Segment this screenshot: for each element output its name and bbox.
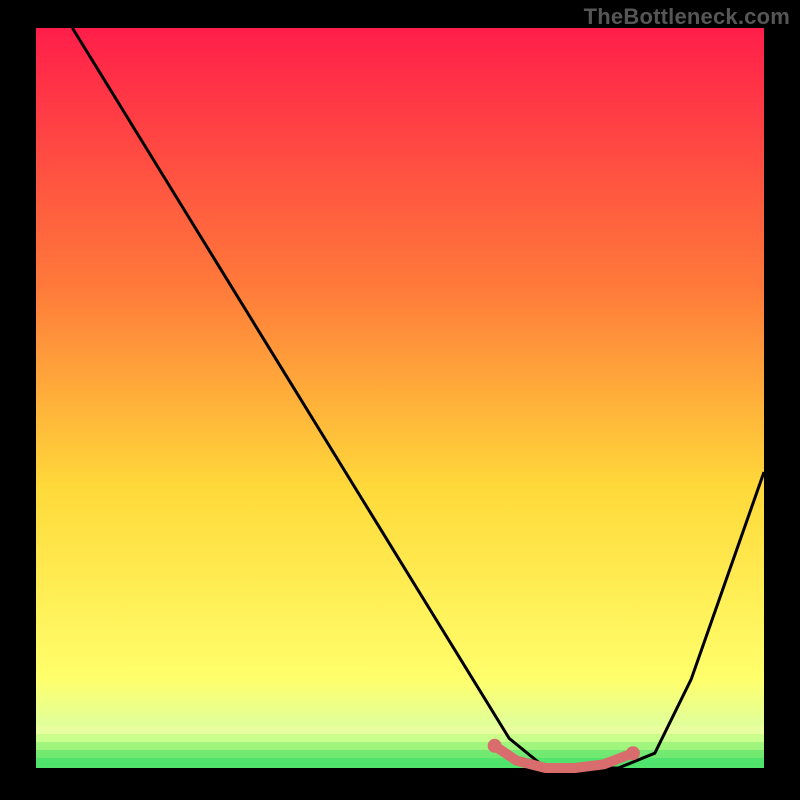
plot-background <box>36 28 764 768</box>
valley-dot-right <box>626 746 640 760</box>
green-bands <box>36 726 764 766</box>
chart-frame: TheBottleneck.com <box>0 0 800 800</box>
bottleneck-chart <box>0 0 800 800</box>
attribution-text: TheBottleneck.com <box>584 4 790 30</box>
valley-dot-left <box>488 739 502 753</box>
